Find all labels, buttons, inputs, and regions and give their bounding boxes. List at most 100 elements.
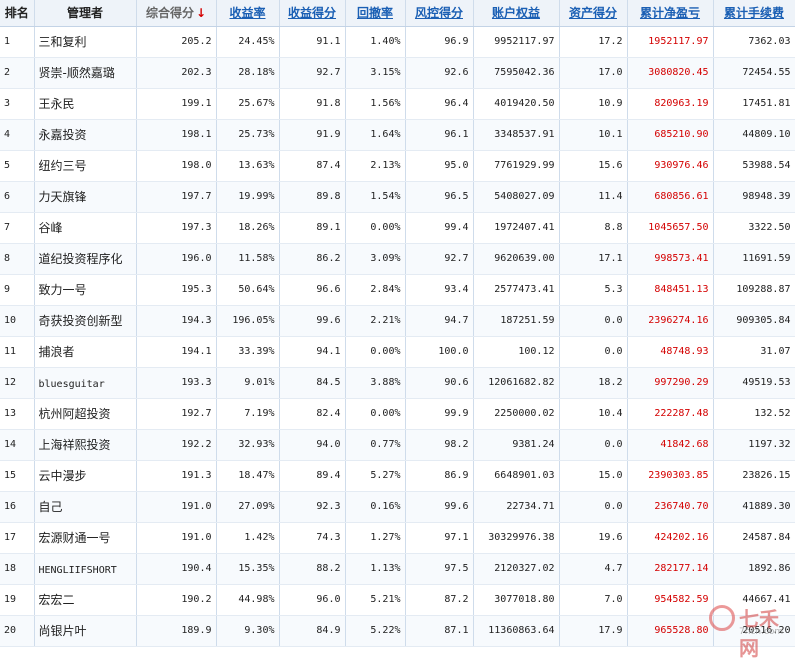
return-score-cell: 92.7 xyxy=(279,57,346,89)
manager-cell: 贤崇-顺然嘉璐 xyxy=(34,57,137,89)
cum-net-pnl-cell: 820963.19 xyxy=(627,88,714,120)
header-composite-score[interactable]: 综合得分 ↓ xyxy=(136,0,217,27)
manager-link[interactable]: 力天旗锋 xyxy=(39,190,87,204)
return-rate-cell: 44.98% xyxy=(216,584,280,616)
account-equity-cell: 187251.59 xyxy=(473,305,560,337)
account-equity-cell: 1972407.41 xyxy=(473,212,560,244)
cum-net-pnl-cell: 3080820.45 xyxy=(627,57,714,89)
asset-score-cell: 17.9 xyxy=(559,615,628,647)
manager-cell: bluesguitar xyxy=(34,367,137,399)
account-equity-cell: 9381.24 xyxy=(473,429,560,461)
account-equity-cell: 12061682.82 xyxy=(473,367,560,399)
return-rate-cell: 33.39% xyxy=(216,336,280,368)
manager-link[interactable]: 云中漫步 xyxy=(39,469,87,483)
table-row: 9 致力一号 195.3 50.64% 96.6 2.84% 93.4 2577473.41 5… xyxy=(0,274,795,306)
manager-link[interactable]: 永嘉投资 xyxy=(39,128,87,142)
drawdown-cell: 3.09% xyxy=(345,243,406,275)
manager-link[interactable]: 杭州阿超投资 xyxy=(39,407,111,421)
table-row: 14 上海祥熙投资 192.2 32.93% 94.0 0.77% 98.2 9381.24 0… xyxy=(0,429,795,461)
return-score-cell: 88.2 xyxy=(279,553,346,585)
return-score-cell: 91.9 xyxy=(279,119,346,151)
manager-link[interactable]: 奇获投资创新型 xyxy=(39,314,123,328)
cum-net-pnl-cell: 2390303.85 xyxy=(627,460,714,492)
composite-score-cell: 192.2 xyxy=(136,429,217,461)
drawdown-cell: 3.88% xyxy=(345,367,406,399)
return-score-cell: 84.5 xyxy=(279,367,346,399)
manager-link[interactable]: HENGLIIFSHORT xyxy=(39,565,117,576)
header-manager: 管理者 xyxy=(34,0,137,27)
cum-fees-cell: 909305.84 xyxy=(713,305,795,337)
risk-score-cell: 96.5 xyxy=(405,181,474,213)
return-rate-cell: 7.19% xyxy=(216,398,280,430)
manager-cell: 谷峰 xyxy=(34,212,137,244)
table-row: 10 奇获投资创新型 194.3 196.05% 99.6 2.21% 94.7 187251… xyxy=(0,305,795,337)
risk-score-cell: 99.6 xyxy=(405,491,474,523)
drawdown-cell: 3.15% xyxy=(345,57,406,89)
manager-link[interactable]: 捕浪者 xyxy=(39,345,75,359)
drawdown-cell: 0.77% xyxy=(345,429,406,461)
drawdown-cell: 2.13% xyxy=(345,150,406,182)
cum-net-pnl-cell: 848451.13 xyxy=(627,274,714,306)
return-score-cell: 92.3 xyxy=(279,491,346,523)
cum-net-pnl-cell: 48748.93 xyxy=(627,336,714,368)
manager-link[interactable]: 宏宏二 xyxy=(39,593,75,607)
return-score-cell: 89.8 xyxy=(279,181,346,213)
cum-net-pnl-cell: 222287.48 xyxy=(627,398,714,430)
risk-score-cell: 99.9 xyxy=(405,398,474,430)
cum-fees-cell: 7362.03 xyxy=(713,26,795,58)
header-account-equity[interactable]: 账户权益 xyxy=(473,0,560,27)
rank-cell: 17 xyxy=(0,522,35,554)
asset-score-cell: 0.0 xyxy=(559,305,628,337)
manager-link[interactable]: 自己 xyxy=(39,500,63,514)
return-rate-cell: 25.73% xyxy=(216,119,280,151)
account-equity-cell: 9952117.97 xyxy=(473,26,560,58)
table-row: 4 永嘉投资 198.1 25.73% 91.9 1.64% 96.1 3348537.91 1… xyxy=(0,119,795,151)
cum-net-pnl-cell: 1045657.50 xyxy=(627,212,714,244)
manager-link[interactable]: 王永民 xyxy=(39,97,75,111)
account-equity-cell: 3077018.80 xyxy=(473,584,560,616)
manager-link[interactable]: 道纪投资程序化 xyxy=(39,252,123,266)
manager-link[interactable]: bluesguitar xyxy=(39,379,105,390)
manager-link[interactable]: 宏源财通一号 xyxy=(39,531,111,545)
rank-cell: 9 xyxy=(0,274,35,306)
rank-cell: 16 xyxy=(0,491,35,523)
drawdown-cell: 1.40% xyxy=(345,26,406,58)
manager-cell: 奇获投资创新型 xyxy=(34,305,137,337)
manager-cell: 尚银片叶 xyxy=(34,615,137,647)
manager-link[interactable]: 三和复利 xyxy=(39,35,87,49)
return-score-cell: 86.2 xyxy=(279,243,346,275)
composite-score-cell: 202.3 xyxy=(136,57,217,89)
account-equity-cell: 30329976.38 xyxy=(473,522,560,554)
header-asset-score[interactable]: 资产得分 xyxy=(559,0,628,27)
manager-cell: 杭州阿超投资 xyxy=(34,398,137,430)
header-cum-net-pnl[interactable]: 累计净盈亏 xyxy=(627,0,714,27)
composite-score-cell: 197.7 xyxy=(136,181,217,213)
asset-score-cell: 11.4 xyxy=(559,181,628,213)
table-row: 1 三和复利 205.2 24.45% 91.1 1.40% 96.9 9952117.97 1… xyxy=(0,26,795,58)
manager-link[interactable]: 贤崇-顺然嘉璐 xyxy=(39,66,115,80)
asset-score-cell: 17.0 xyxy=(559,57,628,89)
header-risk-score[interactable]: 风控得分 xyxy=(405,0,474,27)
header-return-score[interactable]: 收益得分 xyxy=(279,0,346,27)
rank-cell: 15 xyxy=(0,460,35,492)
return-score-cell: 89.4 xyxy=(279,460,346,492)
header-drawdown[interactable]: 回撤率 xyxy=(345,0,406,27)
header-return-rate[interactable]: 收益率 xyxy=(216,0,280,27)
manager-link[interactable]: 致力一号 xyxy=(39,283,87,297)
manager-link[interactable]: 纽约三号 xyxy=(39,159,87,173)
manager-link[interactable]: 上海祥熙投资 xyxy=(39,438,111,452)
rank-cell: 4 xyxy=(0,119,35,151)
asset-score-cell: 15.0 xyxy=(559,460,628,492)
manager-link[interactable]: 尚银片叶 xyxy=(39,624,87,638)
asset-score-cell: 10.9 xyxy=(559,88,628,120)
cum-fees-cell: 24587.84 xyxy=(713,522,795,554)
rank-cell: 10 xyxy=(0,305,35,337)
rank-cell: 1 xyxy=(0,26,35,58)
risk-score-cell: 98.2 xyxy=(405,429,474,461)
header-composite-score-label: 综合得分 xyxy=(145,6,194,21)
account-equity-cell: 7595042.36 xyxy=(473,57,560,89)
header-cum-fees[interactable]: 累计手续费 xyxy=(713,0,795,27)
header-row: 排名 管理者 综合得分 ↓ 收益率 收益得分 回撤率 风控得分 账户权益 资产得分… xyxy=(0,0,795,27)
composite-score-cell: 205.2 xyxy=(136,26,217,58)
manager-link[interactable]: 谷峰 xyxy=(39,221,63,235)
